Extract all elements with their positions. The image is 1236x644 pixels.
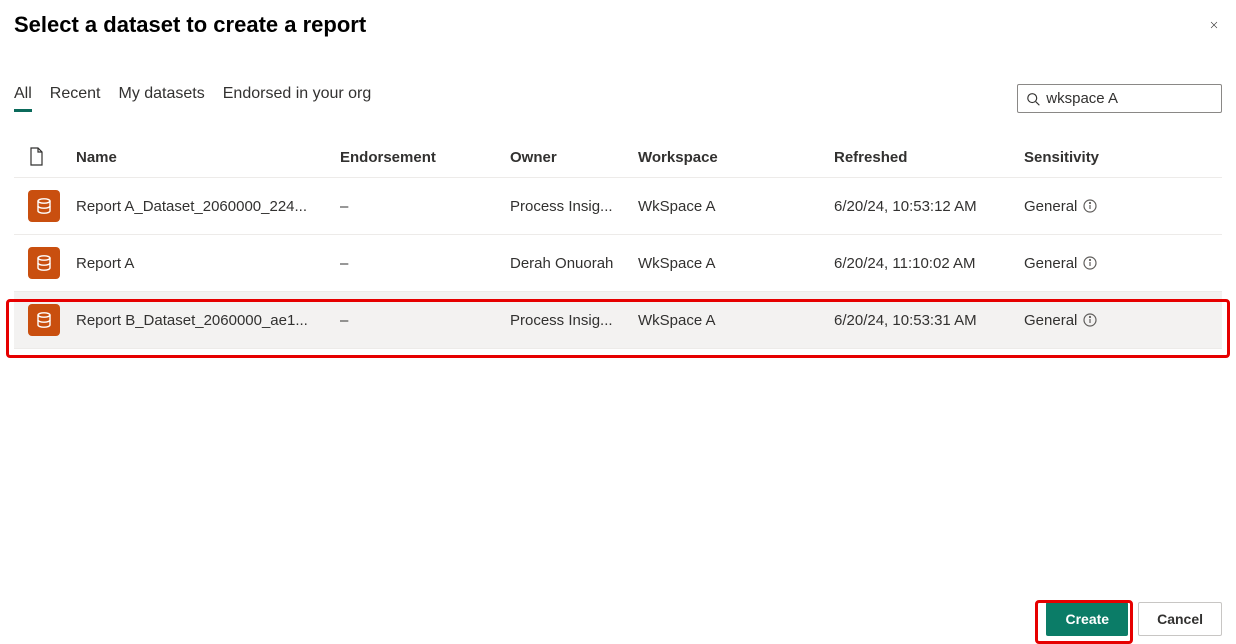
row-icon-cell xyxy=(14,247,76,279)
search-icon xyxy=(1026,91,1040,107)
table-row[interactable]: Report A_Dataset_2060000_224...–Process … xyxy=(14,178,1222,235)
cell-owner: Process Insig... xyxy=(510,312,638,329)
dataset-icon xyxy=(28,190,60,222)
column-header-owner[interactable]: Owner xyxy=(510,149,638,166)
tab-all[interactable]: All xyxy=(14,85,32,112)
cancel-button[interactable]: Cancel xyxy=(1138,602,1222,636)
dataset-icon xyxy=(28,304,60,336)
column-header-sensitivity[interactable]: Sensitivity xyxy=(1024,149,1214,166)
create-button[interactable]: Create xyxy=(1046,602,1128,636)
tab-my-datasets[interactable]: My datasets xyxy=(118,85,204,112)
info-icon[interactable] xyxy=(1083,199,1097,213)
cell-name: Report B_Dataset_2060000_ae1... xyxy=(76,312,340,329)
info-icon[interactable] xyxy=(1083,313,1097,327)
column-header-workspace[interactable]: Workspace xyxy=(638,149,834,166)
cell-workspace: WkSpace A xyxy=(638,198,834,215)
column-header-name[interactable]: Name xyxy=(76,149,340,166)
sensitivity-label: General xyxy=(1024,198,1077,215)
table-row[interactable]: Report B_Dataset_2060000_ae1...–Process … xyxy=(14,292,1222,349)
row-icon-cell xyxy=(14,190,76,222)
filter-tabs: All Recent My datasets Endorsed in your org xyxy=(14,85,371,112)
cell-sensitivity: General xyxy=(1024,255,1214,272)
cell-endorsement: – xyxy=(340,198,510,215)
cell-endorsement: – xyxy=(340,255,510,272)
cell-sensitivity: General xyxy=(1024,198,1214,215)
column-header-type[interactable] xyxy=(14,147,76,167)
cell-sensitivity: General xyxy=(1024,312,1214,329)
column-header-refreshed[interactable]: Refreshed xyxy=(834,149,1024,166)
cell-refreshed: 6/20/24, 11:10:02 AM xyxy=(834,255,1024,272)
cell-workspace: WkSpace A xyxy=(638,255,834,272)
table-row[interactable]: Report A–Derah OnuorahWkSpace A6/20/24, … xyxy=(14,235,1222,292)
cell-name: Report A xyxy=(76,255,340,272)
cell-workspace: WkSpace A xyxy=(638,312,834,329)
tab-endorsed-in-your-org[interactable]: Endorsed in your org xyxy=(223,85,372,112)
cell-endorsement: – xyxy=(340,312,510,329)
sensitivity-label: General xyxy=(1024,255,1077,272)
dataset-table: Name Endorsement Owner Workspace Refresh… xyxy=(14,137,1222,349)
cell-refreshed: 6/20/24, 10:53:31 AM xyxy=(834,312,1024,329)
dialog-title: Select a dataset to create a report xyxy=(14,12,366,38)
column-header-endorsement[interactable]: Endorsement xyxy=(340,149,510,166)
tab-recent[interactable]: Recent xyxy=(50,85,101,112)
search-input[interactable] xyxy=(1046,90,1213,107)
search-box[interactable] xyxy=(1017,84,1222,113)
sensitivity-label: General xyxy=(1024,312,1077,329)
row-icon-cell xyxy=(14,304,76,336)
close-icon[interactable] xyxy=(1206,17,1222,33)
cell-name: Report A_Dataset_2060000_224... xyxy=(76,198,340,215)
info-icon[interactable] xyxy=(1083,256,1097,270)
cell-owner: Derah Onuorah xyxy=(510,255,638,272)
cell-refreshed: 6/20/24, 10:53:12 AM xyxy=(834,198,1024,215)
file-icon xyxy=(28,147,44,167)
cell-owner: Process Insig... xyxy=(510,198,638,215)
dataset-icon xyxy=(28,247,60,279)
